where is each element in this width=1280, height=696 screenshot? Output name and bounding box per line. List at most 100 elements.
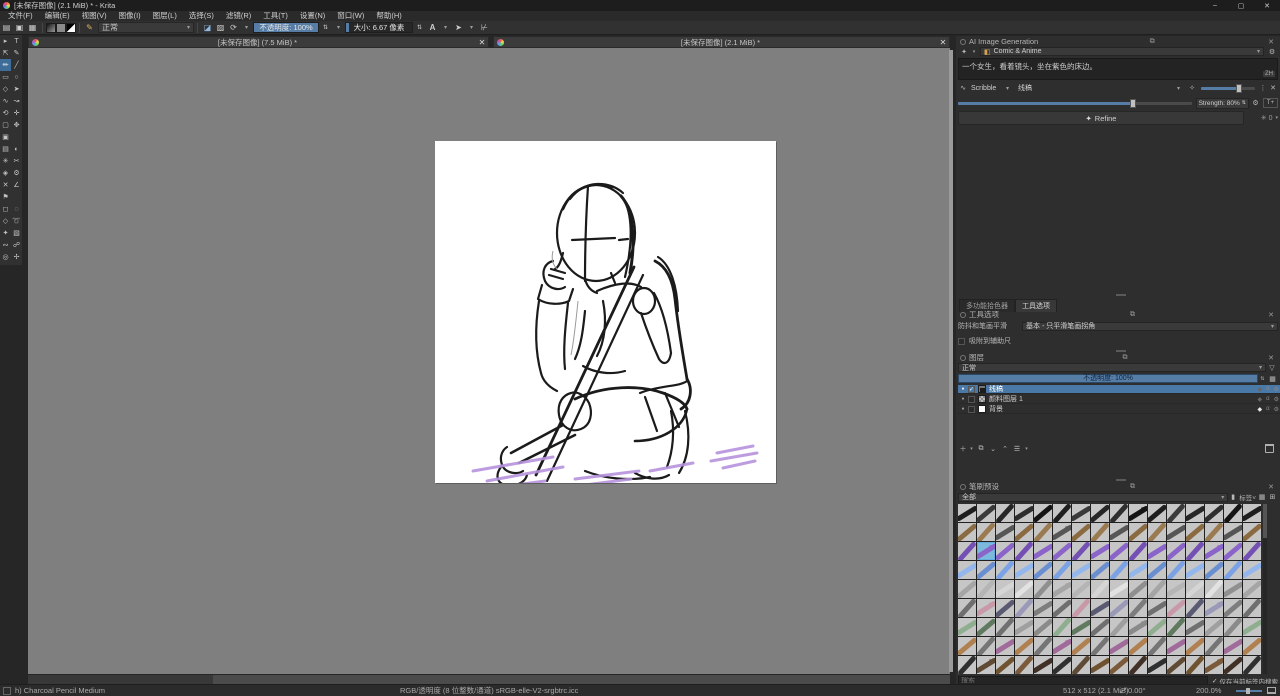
brush-preset-43[interactable]	[1167, 542, 1185, 560]
queue-indicator[interactable]: ✳ 0 ▾	[1244, 114, 1278, 122]
move-layer-up-button[interactable]: ⌃	[999, 445, 1011, 453]
layer-checkbox[interactable]: ✓	[968, 386, 975, 393]
brush-preset-136[interactable]	[1110, 656, 1128, 674]
brush-preset-79[interactable]	[1243, 580, 1261, 598]
scrollbar-thumb[interactable]	[213, 675, 950, 684]
brush-preset-53[interactable]	[1053, 561, 1071, 579]
zoom-slider[interactable]	[1236, 690, 1262, 692]
brush-preset-74[interactable]	[1148, 580, 1166, 598]
canvas-viewport[interactable]	[28, 48, 950, 674]
brush-preset-138[interactable]	[1148, 656, 1166, 674]
ellipse-select-tool[interactable]: ◌	[11, 203, 22, 215]
similar-select-tool[interactable]: ✦	[0, 227, 11, 239]
document-tab-2[interactable]: [未保存图像] (2.1 MiB) * ✕	[493, 36, 950, 48]
control-layer-dropdown[interactable]: 线稿 ▾	[1015, 84, 1183, 93]
control-mode-dropdown[interactable]: Scribble ▾	[968, 84, 1012, 93]
brush-preset-93[interactable]	[1205, 599, 1223, 617]
assistants-tool[interactable]: ✕	[0, 179, 11, 191]
brush-preset-1[interactable]	[977, 504, 995, 522]
brush-preset-50[interactable]	[996, 561, 1014, 579]
brush-preset-67[interactable]	[1015, 580, 1033, 598]
brush-preset-12[interactable]	[1186, 504, 1204, 522]
layer-visibility-icon[interactable]: ●	[958, 396, 968, 402]
brush-preset-29[interactable]	[1205, 523, 1223, 541]
brush-preset-134[interactable]	[1072, 656, 1090, 674]
pattern-swatch[interactable]	[56, 23, 66, 33]
brush-preset-68[interactable]	[1034, 580, 1052, 598]
rectangle-tool[interactable]: ▭	[0, 71, 11, 83]
layer-lock-icon[interactable]: ◆	[1258, 406, 1263, 413]
brush-preset-28[interactable]	[1186, 523, 1204, 541]
brush-preset-98[interactable]	[996, 618, 1014, 636]
import-resource-icon[interactable]: ⊞	[1267, 493, 1278, 501]
opacity-spinner[interactable]: ⇅	[1258, 376, 1267, 382]
add-text-region-icon[interactable]: T+	[1263, 98, 1278, 108]
brush-preset-6[interactable]	[1072, 504, 1090, 522]
brush-preset-117[interactable]	[1053, 637, 1071, 655]
add-sparkle-icon[interactable]: ✧	[1186, 84, 1198, 92]
menu-item-10[interactable]: 帮助(H)	[370, 11, 407, 21]
close-docker-icon[interactable]: ✕	[1266, 311, 1276, 319]
brush-preset-7[interactable]	[1091, 504, 1109, 522]
brush-size-slider[interactable]: 大小: 6.67 像素	[345, 22, 413, 33]
canvas-rotation[interactable]: ⤢ 0.00°	[1120, 686, 1146, 696]
float-docker-icon[interactable]: ⧉	[1120, 354, 1130, 362]
menu-item-5[interactable]: 选择(S)	[183, 11, 220, 21]
brush-preset-130[interactable]	[996, 656, 1014, 674]
zoom-level-label[interactable]: 200.0%	[1196, 686, 1221, 695]
alpha-lock-icon[interactable]: ⚙	[1274, 396, 1279, 403]
bezier-curve-tool[interactable]: ∿	[0, 95, 11, 107]
color-sampler-tool[interactable]: ◐	[11, 143, 22, 155]
brush-preset-107[interactable]	[1167, 618, 1185, 636]
ellipse-tool[interactable]: ○	[11, 71, 22, 83]
brush-preset-76[interactable]	[1186, 580, 1204, 598]
brush-preset-65[interactable]	[977, 580, 995, 598]
delete-layer-button[interactable]	[1265, 444, 1274, 453]
collapse-icon[interactable]	[960, 484, 966, 490]
alpha-lock-icon[interactable]: ⚙	[1274, 406, 1279, 413]
brush-preset-37[interactable]	[1053, 542, 1071, 560]
chevron-down-icon[interactable]: ▾	[466, 22, 477, 33]
chevron-down-icon[interactable]: ▾	[968, 446, 975, 452]
chevron-down-icon[interactable]: ▾	[1023, 446, 1030, 452]
brush-preset-38[interactable]	[1072, 542, 1090, 560]
layer-visibility-icon[interactable]: ●	[958, 406, 968, 412]
brush-preset-5[interactable]	[1053, 504, 1071, 522]
brush-preset-33[interactable]	[977, 542, 995, 560]
chevron-down-icon[interactable]: ▾	[440, 22, 451, 33]
brush-preset-20[interactable]	[1034, 523, 1052, 541]
brush-preset-18[interactable]	[996, 523, 1014, 541]
menu-item-0[interactable]: 文件(F)	[2, 11, 39, 21]
brush-preset-118[interactable]	[1072, 637, 1090, 655]
brush-preset-25[interactable]	[1129, 523, 1147, 541]
rect-select-tool[interactable]: ◻	[0, 203, 11, 215]
zoom-tool[interactable]: ◎	[0, 251, 11, 263]
layer-checkbox[interactable]	[968, 406, 975, 413]
layer-filter-icon[interactable]: ▽	[1266, 364, 1278, 372]
brush-preset-96[interactable]	[958, 618, 976, 636]
brush-preset-27[interactable]	[1167, 523, 1185, 541]
chevron-down-icon[interactable]: ▾	[333, 22, 344, 33]
brush-preset-104[interactable]	[1110, 618, 1128, 636]
brush-preset-77[interactable]	[1205, 580, 1223, 598]
menu-dots-icon[interactable]: ⋮	[1258, 84, 1268, 92]
brush-preset-127[interactable]	[1243, 637, 1261, 655]
move-tool[interactable]: ✥	[11, 119, 22, 131]
layer-blend-mode-dropdown[interactable]: 正常 ▾	[958, 363, 1266, 372]
brush-preset-70[interactable]	[1072, 580, 1090, 598]
size-spinner[interactable]: ⇅	[414, 22, 425, 33]
collapse-icon[interactable]	[960, 39, 966, 45]
select-shapes-tool[interactable]: ▸	[0, 35, 11, 47]
vertical-mirror-icon[interactable]: ➤	[453, 22, 464, 33]
brush-preset-47[interactable]	[1243, 542, 1261, 560]
layer-checkbox[interactable]	[968, 396, 975, 403]
brush-preset-92[interactable]	[1186, 599, 1204, 617]
freehand-path-tool[interactable]: ↝	[11, 95, 22, 107]
brush-preset-97[interactable]	[977, 618, 995, 636]
close-button[interactable]: ✕	[1254, 0, 1280, 11]
slider-thumb[interactable]	[1246, 688, 1250, 694]
canvas-vertical-scrollbar[interactable]	[949, 50, 953, 672]
brush-preset-21[interactable]	[1053, 523, 1071, 541]
brush-preset-15[interactable]	[1243, 504, 1261, 522]
gear-icon[interactable]: ⚙	[1266, 48, 1278, 56]
